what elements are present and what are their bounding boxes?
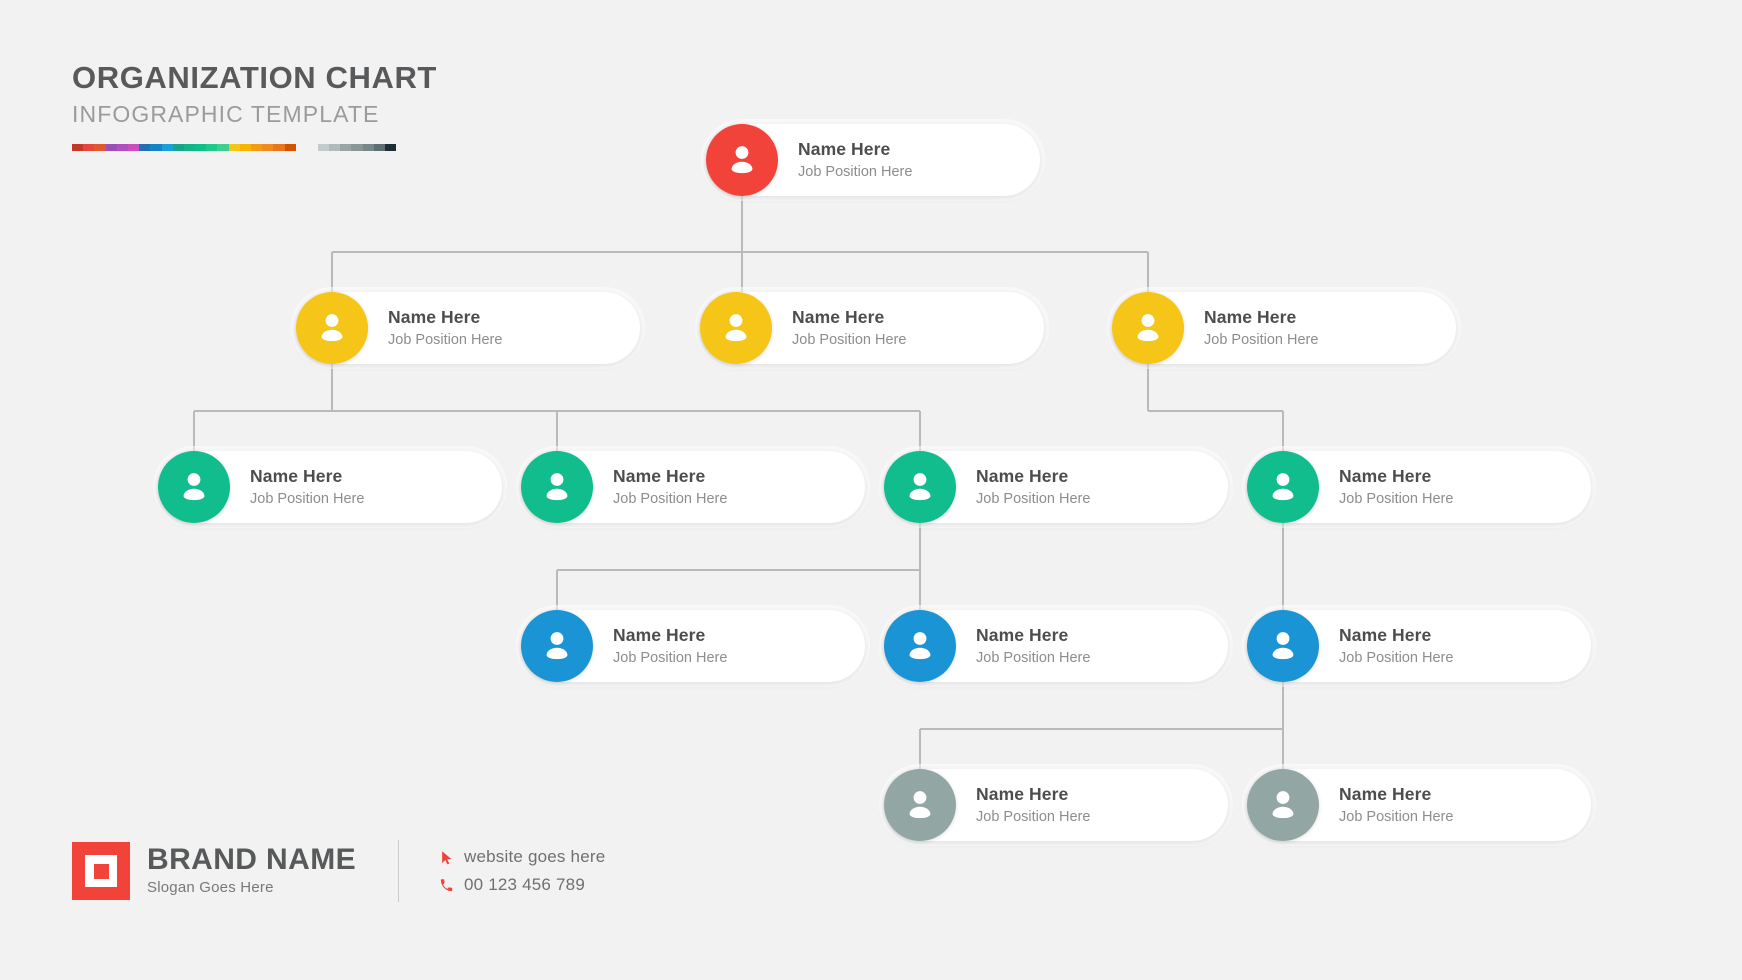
- person-icon: [1247, 610, 1319, 682]
- header: ORGANIZATION CHART INFOGRAPHIC TEMPLATE: [72, 60, 437, 151]
- phone-row[interactable]: 00 123 456 789: [437, 875, 605, 895]
- node-name: Name Here: [1339, 624, 1432, 645]
- node-job: Job Position Here: [250, 490, 365, 507]
- org-node-n12[interactable]: Name Here Job Position Here: [884, 769, 1228, 841]
- node-job: Job Position Here: [976, 808, 1091, 825]
- node-job: Job Position Here: [1339, 649, 1454, 666]
- person-icon: [700, 292, 772, 364]
- page-subtitle: INFOGRAPHIC TEMPLATE: [72, 100, 380, 127]
- node-text: Name Here Job Position Here: [976, 784, 1090, 827]
- node-job: Job Position Here: [792, 331, 907, 348]
- footer-divider: [398, 840, 399, 902]
- org-node-n11[interactable]: Name Here Job Position Here: [1247, 610, 1591, 682]
- org-node-n10[interactable]: Name Here Job Position Here: [884, 610, 1228, 682]
- node-name: Name Here: [976, 465, 1069, 486]
- brand-logo-icon: [72, 842, 130, 900]
- brand-logo-core: [93, 863, 109, 879]
- node-text: Name Here Job Position Here: [1339, 466, 1453, 509]
- node-name: Name Here: [1339, 783, 1432, 804]
- person-icon: [1247, 451, 1319, 523]
- node-name: Name Here: [613, 465, 706, 486]
- contact-block: website goes here 00 123 456 789: [437, 843, 605, 899]
- person-icon: [706, 124, 778, 196]
- node-text: Name Here Job Position Here: [613, 466, 727, 509]
- phone-text: 00 123 456 789: [464, 875, 585, 894]
- website-row[interactable]: website goes here: [437, 847, 605, 867]
- node-name: Name Here: [976, 624, 1069, 645]
- node-job: Job Position Here: [1339, 808, 1454, 825]
- node-name: Name Here: [388, 306, 481, 327]
- node-text: Name Here Job Position Here: [792, 307, 906, 350]
- node-name: Name Here: [798, 138, 891, 159]
- node-text: Name Here Job Position Here: [250, 466, 364, 509]
- website-text: website goes here: [464, 847, 606, 866]
- node-text: Name Here Job Position Here: [798, 139, 912, 182]
- person-icon: [1247, 769, 1319, 841]
- org-node-n13[interactable]: Name Here Job Position Here: [1247, 769, 1591, 841]
- person-icon: [296, 292, 368, 364]
- page-title: ORGANIZATION CHART: [72, 60, 437, 95]
- org-node-n8[interactable]: Name Here Job Position Here: [1247, 451, 1591, 523]
- node-text: Name Here Job Position Here: [976, 466, 1090, 509]
- node-job: Job Position Here: [613, 490, 728, 507]
- brand-name: BRAND NAME: [147, 843, 356, 877]
- node-text: Name Here Job Position Here: [388, 307, 502, 350]
- person-icon: [521, 451, 593, 523]
- person-icon: [884, 610, 956, 682]
- person-icon: [884, 769, 956, 841]
- node-name: Name Here: [613, 624, 706, 645]
- footer: BRAND NAME Slogan Goes Here website goes…: [72, 840, 605, 902]
- person-icon: [1112, 292, 1184, 364]
- person-icon: [158, 451, 230, 523]
- node-name: Name Here: [1339, 465, 1432, 486]
- org-node-n1[interactable]: Name Here Job Position Here: [706, 124, 1040, 196]
- node-name: Name Here: [792, 306, 885, 327]
- org-node-n4[interactable]: Name Here Job Position Here: [1112, 292, 1456, 364]
- person-icon: [521, 610, 593, 682]
- brand-text-block: BRAND NAME Slogan Goes Here: [147, 845, 356, 896]
- node-job: Job Position Here: [798, 163, 913, 180]
- org-node-n3[interactable]: Name Here Job Position Here: [700, 292, 1044, 364]
- node-job: Job Position Here: [976, 490, 1091, 507]
- org-node-n2[interactable]: Name Here Job Position Here: [296, 292, 640, 364]
- decorative-bars: [72, 143, 437, 151]
- node-job: Job Position Here: [613, 649, 728, 666]
- node-job: Job Position Here: [388, 331, 503, 348]
- node-name: Name Here: [1204, 306, 1297, 327]
- brand-slogan: Slogan Goes Here: [147, 879, 274, 897]
- node-job: Job Position Here: [1204, 331, 1319, 348]
- phone-icon: [437, 876, 455, 894]
- org-node-n7[interactable]: Name Here Job Position Here: [884, 451, 1228, 523]
- org-node-n6[interactable]: Name Here Job Position Here: [521, 451, 865, 523]
- node-name: Name Here: [250, 465, 343, 486]
- node-text: Name Here Job Position Here: [976, 625, 1090, 668]
- grayscale-bar: [317, 143, 397, 151]
- person-icon: [884, 451, 956, 523]
- org-chart-canvas: ORGANIZATION CHART INFOGRAPHIC TEMPLATE: [0, 0, 1742, 980]
- brand-logo-inner: [85, 855, 117, 887]
- node-text: Name Here Job Position Here: [1339, 625, 1453, 668]
- node-text: Name Here Job Position Here: [1339, 784, 1453, 827]
- org-node-n5[interactable]: Name Here Job Position Here: [158, 451, 502, 523]
- node-text: Name Here Job Position Here: [1204, 307, 1318, 350]
- cursor-arrow-icon: [437, 848, 455, 866]
- node-job: Job Position Here: [976, 649, 1091, 666]
- node-job: Job Position Here: [1339, 490, 1454, 507]
- node-name: Name Here: [976, 783, 1069, 804]
- rainbow-bar: [72, 143, 296, 151]
- org-node-n9[interactable]: Name Here Job Position Here: [521, 610, 865, 682]
- node-text: Name Here Job Position Here: [613, 625, 727, 668]
